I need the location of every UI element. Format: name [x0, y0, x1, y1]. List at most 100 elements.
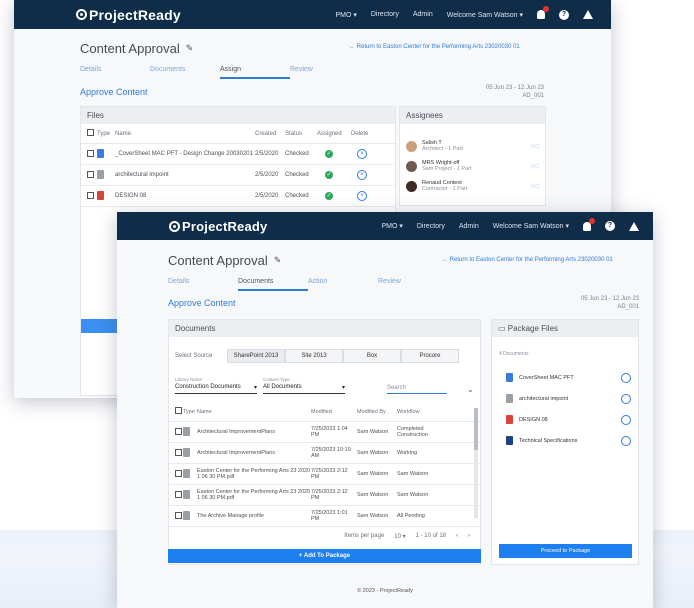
library-filter[interactable]: Library Name Construction Documents ▾ [175, 377, 257, 394]
package-panel-title: ▭ Package Files [492, 320, 638, 337]
assignee-item[interactable]: Salish T Architect - 1 Part ◌◌ [400, 136, 545, 156]
assignee-item[interactable]: Renaud Context Contractor - 1 Part ◌◌ [400, 176, 545, 196]
files-table-header: Type Name Created Status Assigned Delete [81, 124, 395, 144]
search-input[interactable]: Search [387, 383, 447, 394]
nav-menu: PMO Directory Admin Welcome Sam Watson ? [381, 217, 639, 231]
file-icon [183, 447, 190, 457]
logo-mark-icon [76, 9, 87, 20]
chevron-down-icon: ▾ [253, 385, 257, 391]
row-checkbox[interactable] [175, 469, 182, 477]
return-link[interactable]: ← Return to Easton Center for the Perfor… [442, 257, 613, 263]
source-tab-sharepoint[interactable]: SharePoint 2013 [227, 349, 285, 363]
prev-page-icon[interactable]: ‹ [456, 533, 458, 540]
edit-icon[interactable]: ✎ [274, 255, 282, 266]
bell-icon[interactable] [537, 6, 549, 19]
package-item[interactable]: DESIGN 08 [492, 409, 638, 430]
tab-review[interactable]: Review [378, 278, 448, 291]
assignee-actions-icon[interactable]: ◌◌ [531, 183, 539, 190]
help-icon[interactable]: ? [605, 221, 615, 231]
logo[interactable]: ProjectReady [169, 219, 268, 234]
chevron-down-icon[interactable]: ⌄ [467, 385, 474, 394]
nav-menu: PMO Directory Admin Welcome Sam Watson ? [335, 6, 593, 20]
file-icon [97, 169, 104, 179]
assigned-check-icon: ✓ [325, 150, 333, 158]
assignee-actions-icon[interactable]: ◌◌ [531, 163, 539, 170]
logo[interactable]: ProjectReady [76, 7, 181, 23]
page-title: Content Approval ✎ [80, 41, 194, 56]
row-checkbox[interactable] [175, 511, 182, 519]
tab-assign[interactable]: Assign [220, 66, 290, 79]
assigned-check-icon: ✓ [325, 171, 333, 179]
source-tab-procore[interactable]: Procore [401, 349, 459, 363]
edit-icon[interactable]: ✎ [186, 43, 194, 54]
table-scrollbar[interactable] [474, 408, 478, 518]
help-icon[interactable]: ? [559, 9, 569, 20]
file-icon [183, 489, 190, 499]
nav-pmo[interactable]: PMO [381, 222, 402, 230]
remove-icon[interactable] [621, 393, 631, 404]
warning-icon[interactable] [583, 10, 593, 19]
nav-welcome-user[interactable]: Welcome Sam Watson [493, 222, 569, 230]
row-checkbox[interactable] [175, 448, 182, 456]
content-type-filter[interactable]: Content Type All Documents ▾ [263, 377, 345, 394]
avatar [406, 140, 417, 152]
tab-review[interactable]: Review [290, 66, 360, 79]
warning-icon[interactable] [629, 221, 639, 231]
chevron-down-icon: ▾ [341, 385, 345, 391]
nav-pmo[interactable]: PMO [335, 11, 356, 19]
table-row[interactable]: The Archive Manage profile 7/25/2023 1:0… [169, 506, 480, 527]
source-tab-site[interactable]: Site 2013 [285, 349, 343, 363]
nav-directory[interactable]: Directory [417, 223, 445, 230]
assignee-actions-icon[interactable]: ◌◌ [531, 143, 539, 150]
delete-icon[interactable]: × [357, 191, 367, 201]
file-icon [183, 468, 190, 478]
select-all-checkbox[interactable] [175, 407, 182, 414]
proceed-to-package-button[interactable]: Proceed to Package [499, 544, 632, 558]
row-checkbox[interactable] [175, 427, 182, 435]
source-tabs: Select Source SharePoint 2013 Site 2013 … [175, 349, 480, 363]
add-to-package-button[interactable]: + Add To Package [168, 549, 481, 563]
select-all-checkbox[interactable] [87, 129, 94, 136]
tab-details[interactable]: Details [80, 66, 150, 79]
word-file-icon [97, 148, 104, 158]
remove-icon[interactable] [621, 435, 631, 446]
table-row[interactable]: DESIGN 08 2/5/2020 Checked ✓ × [81, 186, 395, 207]
package-item[interactable]: Technical Specifications [492, 430, 638, 451]
next-page-icon[interactable]: › [468, 533, 470, 540]
bell-icon[interactable] [583, 217, 595, 231]
file-icon [183, 510, 190, 520]
remove-icon[interactable] [621, 372, 631, 383]
delete-icon[interactable]: × [357, 170, 367, 180]
table-row[interactable]: Easton Center for the Performing Arts 23… [169, 464, 480, 485]
table-row[interactable]: Architectural ImprovementPlans 7/25/2023… [169, 422, 480, 443]
nav-welcome-user[interactable]: Welcome Sam Watson [447, 11, 523, 19]
assignee-item[interactable]: MRS Wright-off Sam Project - 1 Part ◌◌ [400, 156, 545, 176]
return-link[interactable]: ← Return to Easton Center for the Perfor… [349, 44, 520, 50]
table-row[interactable]: Easton Center for the Performing Arts 23… [169, 485, 480, 506]
row-checkbox[interactable] [87, 170, 94, 178]
items-per-page-select[interactable]: 10 ▾ [394, 533, 405, 540]
row-checkbox[interactable] [87, 191, 94, 199]
delete-icon[interactable]: × [357, 149, 367, 159]
package-item[interactable]: architectural impoint [492, 388, 638, 409]
tab-bar: Details Documents Assign Review [80, 66, 360, 79]
files-panel-title: Files [81, 107, 395, 124]
tab-documents[interactable]: Documents [150, 66, 220, 79]
source-tab-box[interactable]: Box [343, 349, 401, 363]
section-heading: Approve Content [80, 87, 148, 97]
tab-documents[interactable]: Documents [238, 278, 308, 291]
table-row[interactable]: Architectural ImprovementPlans 7/25/2023… [169, 443, 480, 464]
tab-details[interactable]: Details [168, 278, 238, 291]
remove-icon[interactable] [621, 414, 631, 425]
nav-admin[interactable]: Admin [459, 223, 479, 230]
table-row[interactable]: _CoverSheet MAC PFT - Design Change 2003… [81, 144, 395, 165]
nav-directory[interactable]: Directory [371, 11, 399, 18]
nav-admin[interactable]: Admin [413, 11, 433, 18]
table-row[interactable]: architectural impoint 2/5/2020 Checked ✓… [81, 165, 395, 186]
documents-panel-title: Documents [169, 320, 480, 337]
row-checkbox[interactable] [175, 490, 182, 498]
tab-action[interactable]: Action [308, 278, 378, 291]
assigned-check-icon: ✓ [325, 192, 333, 200]
package-item[interactable]: CoverSheet MAC PFT [492, 367, 638, 388]
row-checkbox[interactable] [87, 149, 94, 157]
